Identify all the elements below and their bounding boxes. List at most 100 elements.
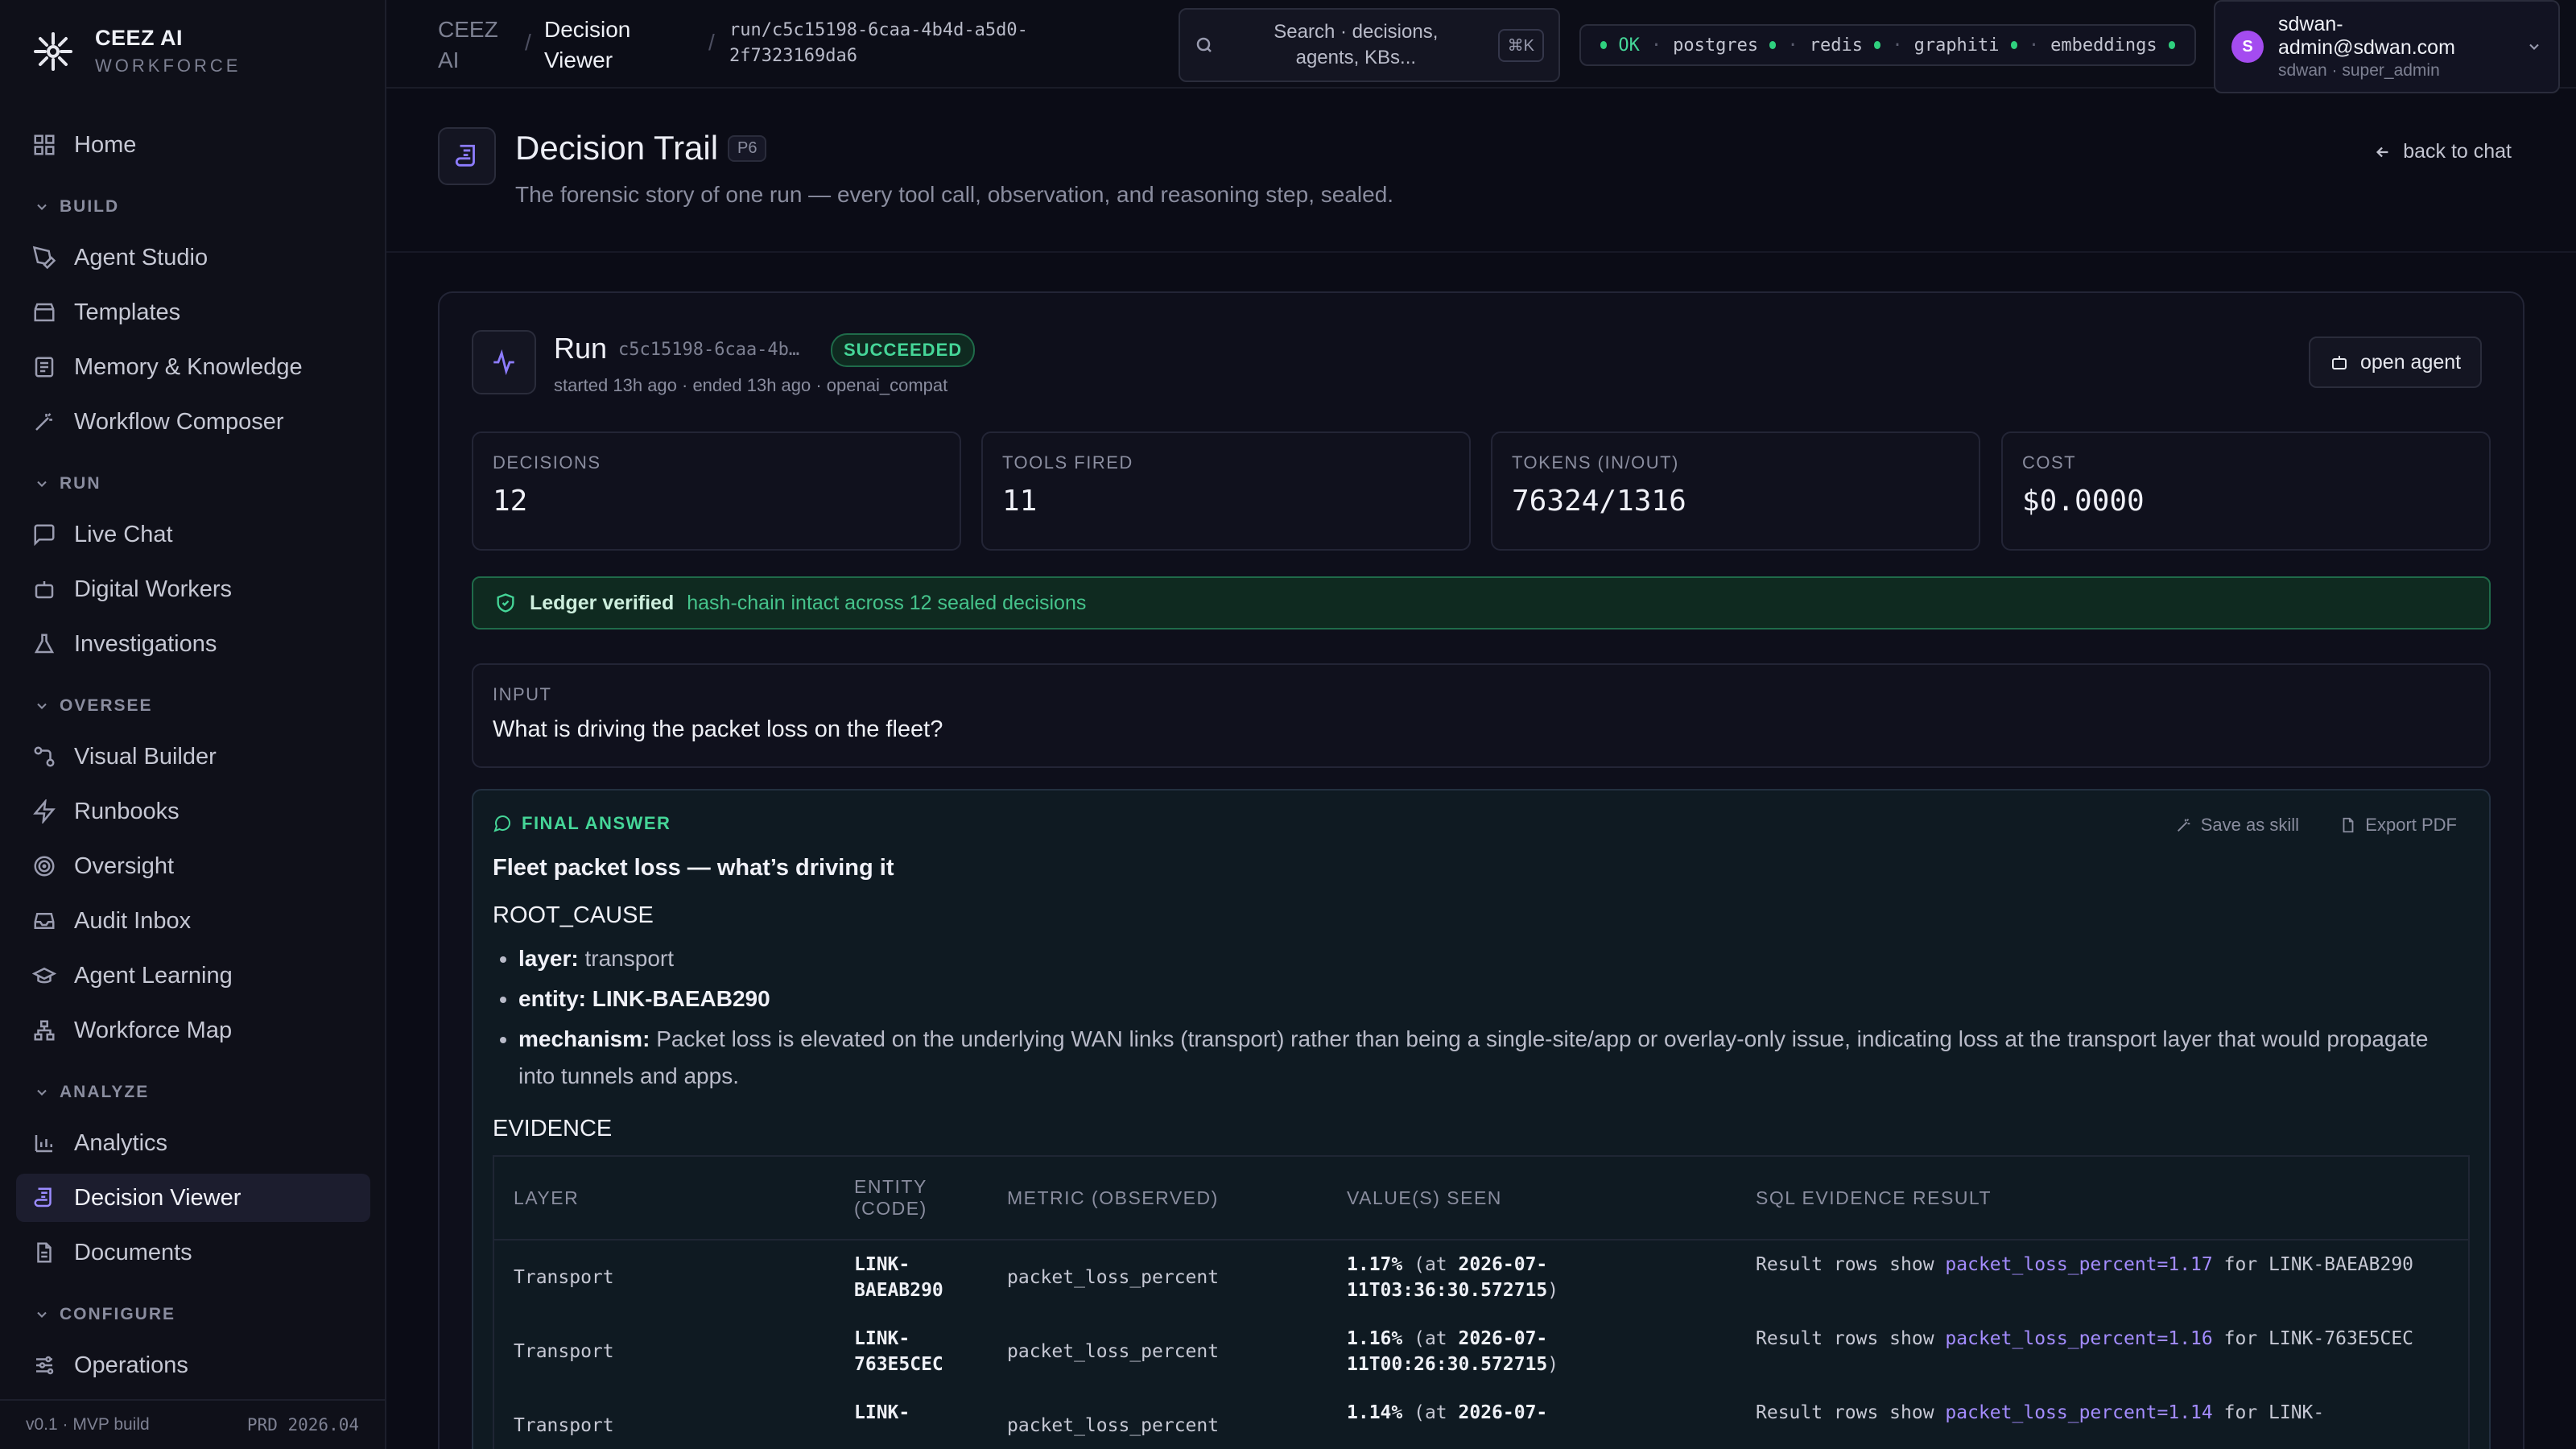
sliders-icon (36, 1356, 54, 1375)
sidebar-item-investigations[interactable]: Investigations (16, 620, 370, 668)
result-suffix: for LINK-763E5CEC (2223, 1328, 2414, 1349)
column-header: VALUE(S) SEEN (1327, 1156, 1736, 1241)
status-dot (1769, 41, 1777, 49)
table-row[interactable]: Transport LINK-763E5CEC packet_loss_perc… (493, 1315, 2469, 1389)
breadcrumb-path-line: 2f7323169da6 (729, 46, 857, 66)
separator: · (1892, 35, 1903, 56)
evidence-table: LAYER ENTITY (CODE) METRIC (OBSERVED) VA… (493, 1155, 2470, 1449)
stat-value: $0.0000 (2022, 485, 2145, 518)
value-main: 1.14% (1347, 1402, 1403, 1423)
sidebar-item-agent-learning[interactable]: Agent Learning (16, 952, 370, 1000)
status-dot (2168, 41, 2175, 49)
value-main: 1.17% (1347, 1254, 1403, 1275)
sidebar-item-decision-viewer[interactable]: Decision Viewer (16, 1174, 370, 1222)
sidebar-item-audit-inbox[interactable]: Audit Inbox (16, 897, 370, 945)
sidebar-item-label: Oversight (74, 852, 175, 879)
run-icon-box (472, 330, 536, 394)
document-icon (37, 1242, 52, 1263)
breadcrumb-path-line: run/c5c15198-6caa-4b4d-a5d0- (729, 20, 1028, 40)
save-as-skill-label: Save as skill (2200, 815, 2299, 835)
sidebar-item-label: Agent Studio (74, 244, 208, 270)
cell-entity: LINK- (854, 1402, 910, 1423)
target-icon (34, 856, 55, 877)
search-input[interactable]: Search · decisions, agents, KBs... ⌘K (1179, 8, 1560, 82)
cell-metric: packet_loss_percent (1007, 1267, 1220, 1288)
user-menu[interactable]: S sdwan- admin@sdwan.com sdwan · super_a… (2214, 0, 2560, 93)
table-row[interactable]: Transport LINK-BAEAB290 packet_loss_perc… (493, 1240, 2469, 1315)
stat-card-cost: COST $0.0000 (2001, 431, 2491, 551)
column-header: SQL EVIDENCE RESULT (1736, 1156, 2469, 1241)
sidebar-item-home[interactable]: Home (16, 121, 370, 169)
phase-tag: P6 (728, 135, 767, 162)
result-highlight: packet_loss_percent=1.14 (1945, 1402, 2213, 1423)
sidebar-item-visual-builder[interactable]: Visual Builder (16, 733, 370, 781)
search-icon (1196, 37, 1212, 52)
result-highlight: packet_loss_percent=1.17 (1945, 1254, 2213, 1275)
sidebar-item-label: Operations (74, 1352, 188, 1378)
back-label: back to chat (2403, 140, 2512, 163)
sidebar-item-runbooks[interactable]: Runbooks (16, 787, 370, 836)
stat-value: 76324/1316 (1512, 485, 1686, 518)
breadcrumb-root-line: CEEZ (438, 17, 498, 42)
cell-sql-result: Result rows show packet_loss_percent=1.1… (1736, 1240, 2469, 1315)
brand[interactable]: CEEZ AI WORKFORCE (29, 26, 241, 76)
sidebar-item-label: Decision Viewer (74, 1184, 242, 1211)
nav-group-run[interactable]: RUN (16, 464, 370, 504)
cell-value: 1.14% (at 2026-07- (1347, 1402, 1548, 1423)
user-role: sdwan · super_admin (2278, 61, 2440, 80)
sidebar-item-workflow-composer[interactable]: Workflow Composer (16, 398, 370, 446)
run-card: Run c5c15198-6caa-4b… SUCCEEDED started … (438, 291, 2524, 1449)
scroll-icon (34, 1187, 52, 1208)
sidebar-item-live-chat[interactable]: Live Chat (16, 510, 370, 559)
store-icon (34, 303, 55, 322)
back-to-chat-link[interactable]: back to chat (2374, 140, 2512, 163)
sidebar-item-workforce-map[interactable]: Workforce Map (16, 1006, 370, 1055)
stat-value: 12 (493, 485, 528, 518)
sidebar-item-templates[interactable]: Templates (16, 288, 370, 336)
avatar: S (2231, 31, 2264, 63)
sidebar-item-analytics[interactable]: Analytics (16, 1119, 370, 1167)
shortcut-hint: ⌘K (1497, 28, 1544, 62)
health-status-bar[interactable]: OK · postgres · redis · graphiti · embed… (1579, 24, 2196, 66)
breadcrumb-root-line: AI (438, 47, 460, 72)
flask-icon (34, 634, 55, 654)
build-label: PRD 2026.04 (246, 1415, 359, 1435)
nav-group-build[interactable]: BUILD (16, 187, 370, 227)
list-item: layer: transport (518, 940, 2470, 977)
nav-group-oversee[interactable]: OVERSEE (16, 686, 370, 726)
list-item: entity: LINK-BAEAB290 (518, 980, 2470, 1018)
result-prefix: Result rows show (1756, 1254, 1934, 1275)
stat-card-tools-fired: TOOLS FIRED 11 (981, 431, 1471, 551)
run-id: c5c15198-6caa-4b… (618, 340, 800, 360)
sidebar-item-oversight[interactable]: Oversight (16, 842, 370, 890)
breadcrumb-root[interactable]: CEEZ AI (438, 14, 498, 76)
cell-metric: packet_loss_percent (1007, 1415, 1220, 1436)
sidebar-item-agent-studio[interactable]: Agent Studio (16, 233, 370, 282)
open-agent-button[interactable]: open agent (2309, 336, 2483, 388)
sidebar-item-operations[interactable]: Operations (16, 1341, 370, 1389)
table-row[interactable]: Transport LINK- packet_loss_percent 1.14… (493, 1389, 2469, 1449)
sidebar-item-label: Live Chat (74, 521, 173, 547)
sidebar-item-label: Agent Learning (74, 962, 233, 989)
nav-group-analyze[interactable]: ANALYZE (16, 1072, 370, 1113)
breadcrumb-page[interactable]: Decision Viewer (544, 14, 630, 76)
table-header-row: LAYER ENTITY (CODE) METRIC (OBSERVED) VA… (493, 1156, 2469, 1241)
separator: · (2028, 35, 2040, 56)
status-badge: SUCCEEDED (831, 333, 976, 367)
sidebar-item-digital-workers[interactable]: Digital Workers (16, 565, 370, 613)
chevron-down-icon (37, 1311, 47, 1318)
status-dot (1873, 41, 1881, 49)
separator: · (1787, 35, 1798, 56)
sidebar-item-label: Templates (74, 299, 181, 325)
list-item: mechanism: Packet loss is elevated on th… (518, 1021, 2470, 1095)
root-cause-value: Packet loss is elevated on the underlyin… (518, 1026, 2429, 1088)
sidebar-item-memory-knowledge[interactable]: Memory & Knowledge (16, 343, 370, 391)
sidebar-item-label: Workflow Composer (74, 408, 284, 435)
stat-card-decisions: DECISIONS 12 (472, 431, 961, 551)
ledger-title: Ledger verified (530, 591, 675, 614)
export-pdf-button[interactable]: Export PDF (2339, 815, 2457, 836)
cell-layer: Transport (514, 1415, 614, 1436)
sidebar-item-documents[interactable]: Documents (16, 1228, 370, 1277)
nav-group-configure[interactable]: CONFIGURE (16, 1294, 370, 1335)
save-as-skill-button[interactable]: Save as skill (2175, 815, 2299, 836)
